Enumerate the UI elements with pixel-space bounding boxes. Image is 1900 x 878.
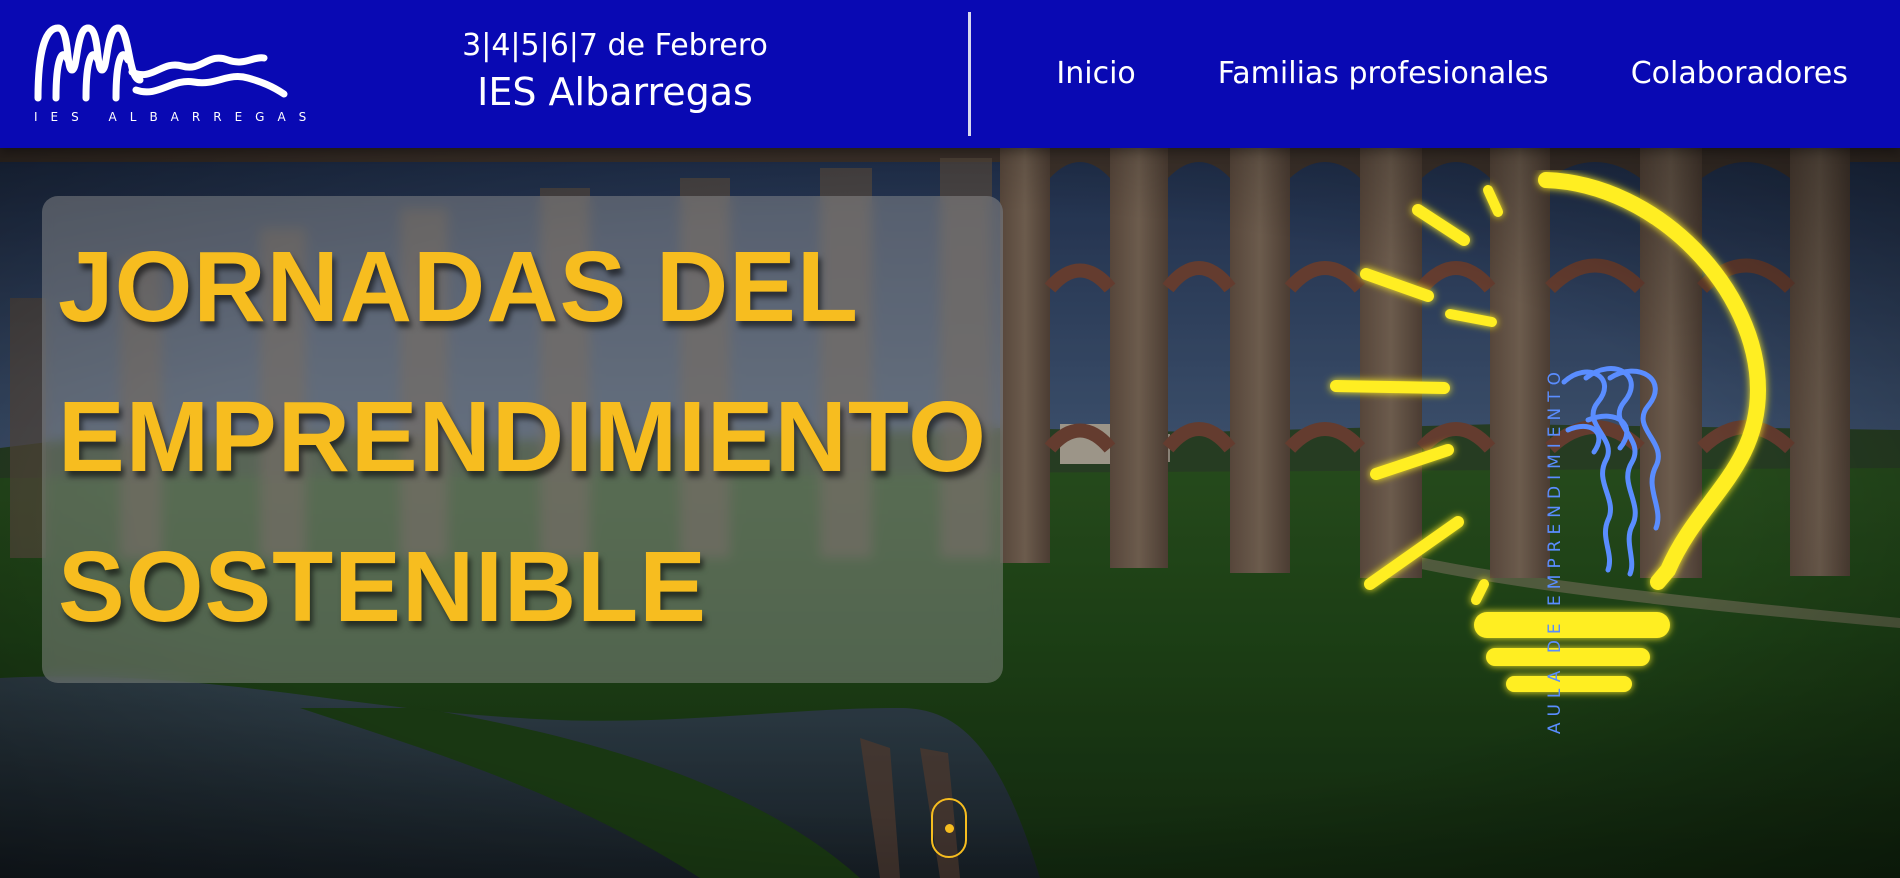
site-header: IES ALBARREGAS 3|4|5|6|7 de Febrero IES …	[0, 0, 1900, 148]
hero-title-card: JORNADAS DEL EMPRENDIMIENTO SOSTENIBLE	[42, 196, 1003, 683]
hero-title-line-2: EMPRENDIMIENTO	[58, 381, 987, 493]
main-nav: Inicio Familias profesionales Colaborado…	[1056, 52, 1848, 96]
nav-link-colaboradores[interactable]: Colaboradores	[1631, 52, 1848, 96]
ies-albarregas-logo[interactable]: IES ALBARREGAS	[32, 20, 320, 128]
scroll-dot-icon	[945, 824, 954, 833]
bulb-label: AULA DE EMPRENDIMIENTO	[1545, 366, 1565, 735]
hero-title-line-1: JORNADAS DEL	[58, 231, 859, 343]
hero-title-line-3: SOSTENIBLE	[58, 531, 707, 643]
logo-waves-icon	[34, 24, 288, 102]
nav-link-familias-profesionales[interactable]: Familias profesionales	[1218, 52, 1549, 96]
nav-link-inicio[interactable]: Inicio	[1056, 52, 1135, 96]
event-info: 3|4|5|6|7 de Febrero IES Albarregas	[420, 26, 810, 118]
logo-text: IES ALBARREGAS	[34, 110, 320, 124]
event-school: IES Albarregas	[477, 70, 753, 114]
scroll-down-indicator[interactable]	[931, 798, 967, 858]
header-divider	[968, 12, 971, 136]
event-dates: 3|4|5|6|7 de Febrero	[462, 28, 768, 63]
